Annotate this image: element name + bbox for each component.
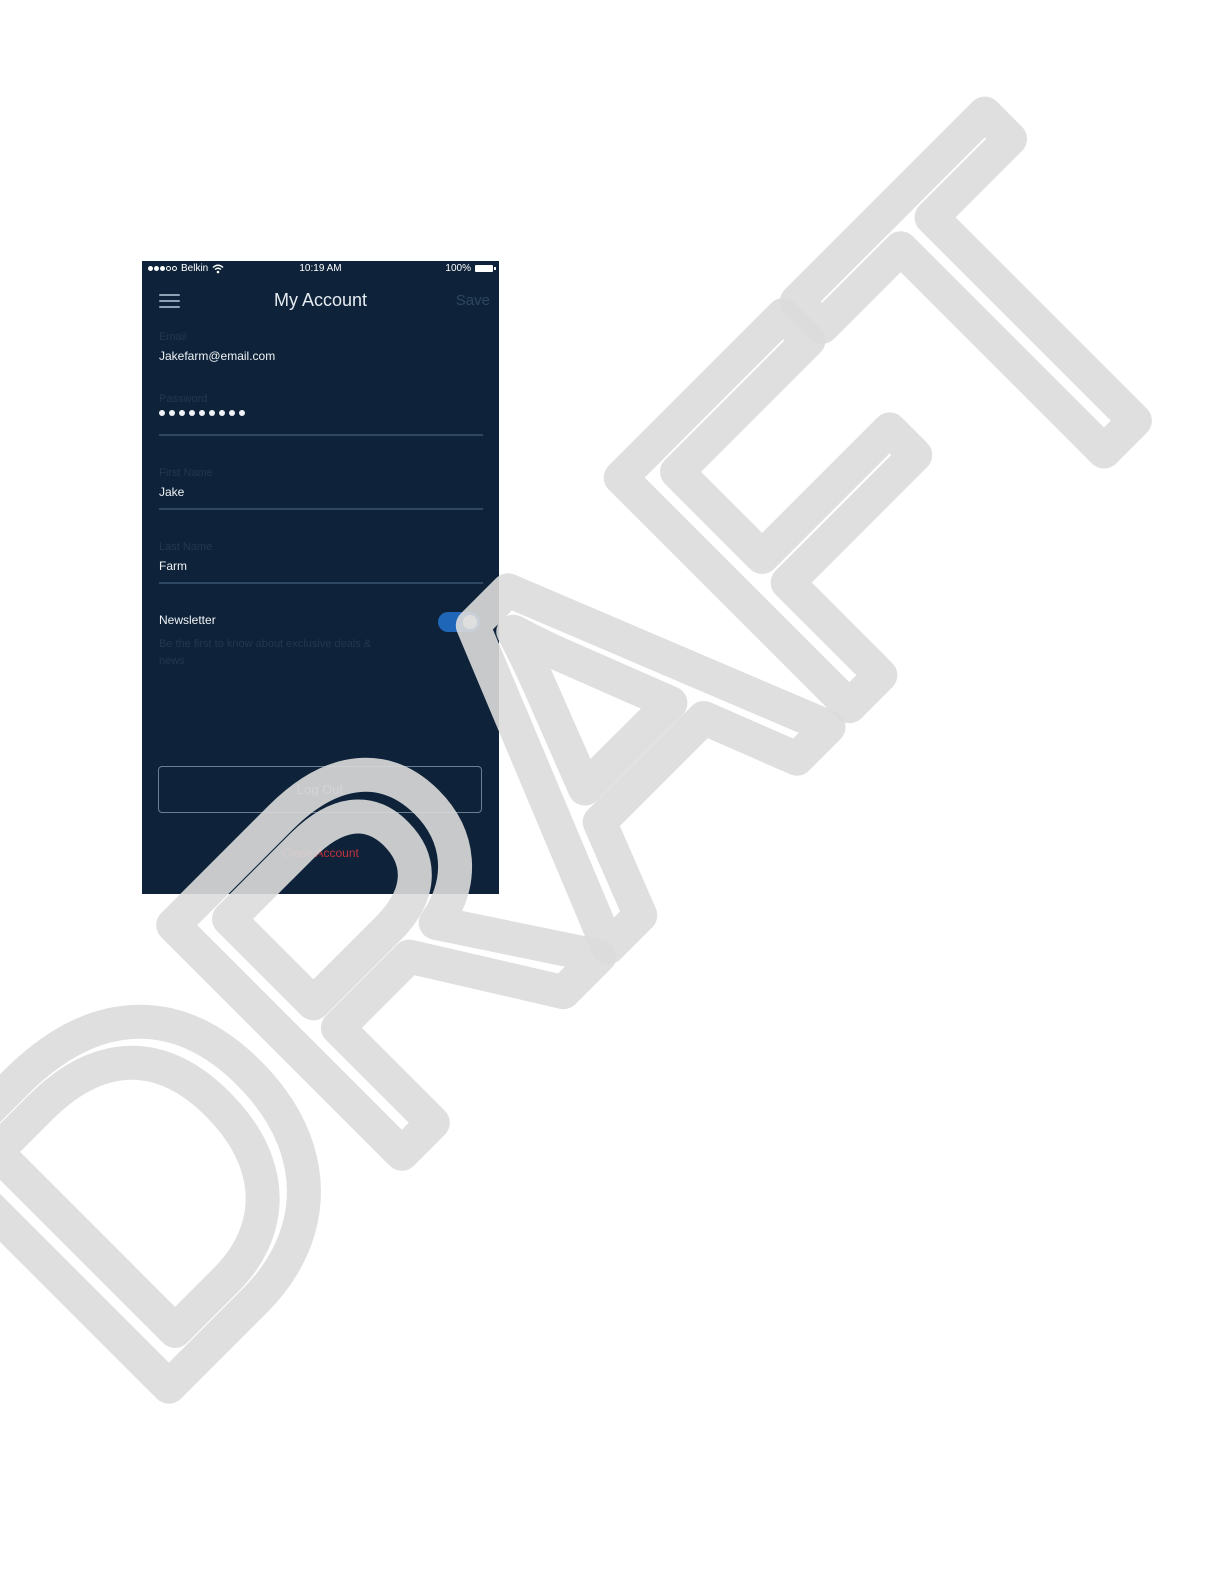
phone-screenshot: Belkin 10:19 AM 100% My Account Save Ema…	[142, 261, 499, 894]
password-underline	[159, 434, 483, 436]
newsletter-section: Newsletter Be the first to know about ex…	[159, 613, 483, 670]
first-name-field[interactable]: First Name Jake	[159, 467, 483, 499]
newsletter-description: Be the first to know about exclusive dea…	[159, 638, 372, 667]
status-bar: Belkin 10:19 AM 100%	[142, 261, 499, 277]
password-masked-value	[159, 410, 483, 416]
document-page: Belkin 10:19 AM 100% My Account Save Ema…	[0, 0, 1224, 1584]
newsletter-toggle[interactable]	[438, 612, 480, 632]
last-name-label: Last Name	[159, 541, 213, 553]
email-label: Email	[159, 331, 187, 343]
password-dot	[189, 410, 195, 416]
log-out-button[interactable]: Log Out	[158, 766, 482, 813]
first-name-underline	[159, 508, 483, 510]
password-dot	[219, 410, 225, 416]
status-right: 100%	[445, 263, 496, 274]
password-field[interactable]: Password	[159, 393, 483, 416]
email-value: Jakefarm@email.com	[159, 349, 276, 363]
save-button[interactable]: Save	[456, 292, 490, 309]
password-dot	[239, 410, 245, 416]
last-name-underline	[159, 582, 483, 584]
password-dot	[199, 410, 205, 416]
battery-percent: 100%	[445, 263, 471, 274]
first-name-value: Jake	[159, 485, 185, 499]
password-dot	[209, 410, 215, 416]
password-dot	[159, 410, 165, 416]
newsletter-title: Newsletter	[159, 613, 216, 627]
nav-bar: My Account Save	[142, 285, 499, 317]
close-account-link[interactable]: Close Account	[142, 846, 499, 860]
password-dot	[229, 410, 235, 416]
first-name-label: First Name	[159, 467, 213, 479]
email-field[interactable]: Email Jakefarm@email.com	[159, 331, 483, 363]
page-title: My Account	[273, 290, 368, 310]
toggle-knob	[463, 615, 477, 629]
password-dot	[179, 410, 185, 416]
battery-icon	[475, 265, 496, 272]
password-dot	[169, 410, 175, 416]
last-name-field[interactable]: Last Name Farm	[159, 541, 483, 573]
password-label: Password	[159, 393, 208, 405]
last-name-value: Farm	[159, 559, 187, 573]
